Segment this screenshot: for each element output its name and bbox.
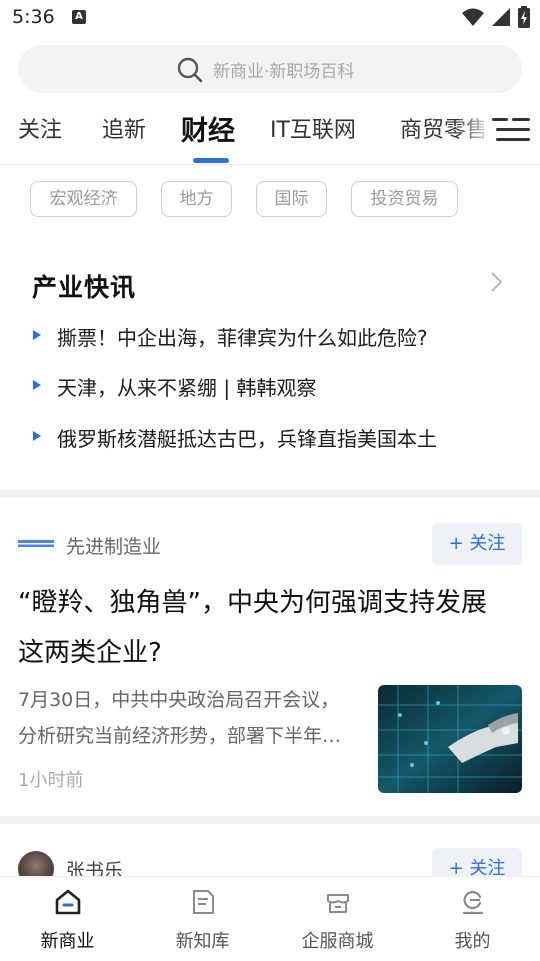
status-icons [462,6,530,28]
signal-icon [492,8,510,26]
bullet-icon [33,380,41,390]
menu-icon[interactable] [484,100,540,164]
tab-divider [0,164,540,165]
tab-follow[interactable]: 关注 [18,112,62,144]
nav-label: 新商业 [40,931,95,952]
follow-label: 关注 [469,533,506,554]
status-time: 5:36 [12,6,55,28]
news-item[interactable]: 天津，从来不紧绷 | 韩韩观察 [57,372,316,401]
category-tabs: 关注 追新 财经 IT互联网 商贸零售 [0,100,540,164]
article-title-line: 这两类企业? [18,638,162,668]
news-item[interactable]: 撕票！中企出海，菲律宾为什么如此危险? [57,322,428,351]
nav-label: 企服商城 [301,931,374,952]
article-summary-line: 7月30日，中共中央政治局召开会议， [18,689,340,711]
search-bar[interactable]: 新商业·新职场百科 [18,45,522,93]
article-summary-line: 分析研究当前经济形势，部署下半年… [18,725,342,747]
bullet-icon [33,431,41,441]
chip-investment-trade[interactable]: 投资贸易 [351,181,458,217]
chevron-right-icon[interactable] [490,270,504,294]
search-icon [177,57,203,83]
article-time: 1小时前 [18,770,84,791]
source-logo-icon [18,540,54,547]
chip-international[interactable]: 国际 [256,181,327,217]
card-separator [0,816,540,824]
nav-store[interactable]: 企服商城 [270,877,405,961]
source-name[interactable]: 先进制造业 [66,532,161,559]
plus-icon: + [448,533,464,554]
article-summary[interactable]: 7月30日，中共中央政治局召开会议， 分析研究当前经济形势，部署下半年… [18,682,370,754]
active-tab-indicator [193,158,229,163]
chip-macro-economy[interactable]: 宏观经济 [30,181,137,217]
section-title: 产业快讯 [32,273,137,302]
home-icon [55,889,80,915]
article-title-line: “瞪羚、独角兽”，中央为何强调支持发展 [18,588,487,618]
tab-it-internet[interactable]: IT互联网 [270,112,356,144]
bullet-icon [33,330,41,340]
profile-icon [462,890,483,915]
chip-local[interactable]: 地方 [161,181,232,217]
nav-profile[interactable]: 我的 [405,877,540,961]
store-icon [326,894,349,913]
nav-label: 我的 [454,931,491,952]
section-separator [0,490,540,498]
nav-label: 新知库 [175,931,230,952]
article-thumbnail[interactable] [378,685,522,793]
tab-latest[interactable]: 追新 [102,112,146,144]
status-bar: 5:36 A [0,0,540,36]
battery-icon [518,6,530,28]
tab-finance[interactable]: 财经 [181,109,235,148]
article-title[interactable]: “瞪羚、独角兽”，中央为何强调支持发展 这两类企业? [18,578,518,678]
notification-icon: A [72,10,86,24]
document-icon [192,890,214,914]
search-placeholder: 新商业·新职场百科 [213,62,355,82]
bottom-navigation: 新商业 新知库 企服商城 我的 [0,876,540,961]
follow-button[interactable]: + 关注 [432,523,522,565]
nav-new-business[interactable]: 新商业 [0,877,135,961]
nav-knowledge[interactable]: 新知库 [135,877,270,961]
wifi-icon [462,8,484,26]
news-item[interactable]: 俄罗斯核潜艇抵达古巴，兵锋直指美国本土 [57,423,437,452]
